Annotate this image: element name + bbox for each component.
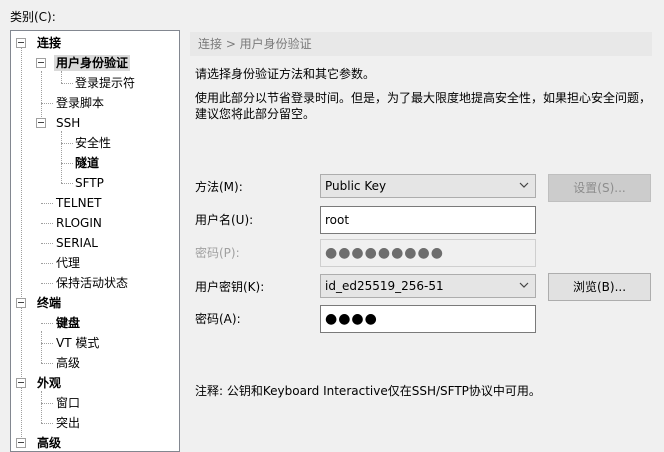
tree-item-authentication[interactable]: 用户身份验证 xyxy=(54,55,131,71)
tree-line xyxy=(41,203,53,204)
method-value: Public Key xyxy=(325,179,387,193)
collapse-icon[interactable] xyxy=(16,38,26,48)
tree-line xyxy=(41,363,53,364)
collapse-icon[interactable] xyxy=(36,58,46,68)
username-label: 用户名(U): xyxy=(195,213,254,227)
chevron-down-icon xyxy=(519,282,529,288)
tree-line xyxy=(41,71,42,123)
tree-line xyxy=(41,343,53,344)
tree-line xyxy=(41,263,53,264)
tree-item-login-script[interactable]: 登录脚本 xyxy=(56,95,104,111)
tree-item-proxy[interactable]: 代理 xyxy=(56,255,80,271)
chevron-down-icon xyxy=(519,182,529,188)
intro-text: 请选择身份验证方法和其它参数。 xyxy=(195,67,376,81)
tree-item-appearance[interactable]: 外观 xyxy=(37,375,61,391)
tree-line xyxy=(61,83,73,84)
tree-item-login-prompt[interactable]: 登录提示符 xyxy=(75,75,135,91)
description-line-1: 使用此部分以节省登录时间。但是，为了最大限度地提高安全性，如果担心安全问题， xyxy=(195,91,652,105)
settings-button[interactable]: 设置(S)... xyxy=(548,174,651,202)
tree-item-rlogin[interactable]: RLOGIN xyxy=(56,215,102,231)
collapse-icon[interactable] xyxy=(16,438,26,448)
method-select[interactable]: Public Key xyxy=(320,174,536,198)
category-label: 类别(C): xyxy=(10,10,56,24)
collapse-icon[interactable] xyxy=(16,298,26,308)
password-input[interactable]: ●●●●●●●●● xyxy=(320,239,536,267)
tree-line xyxy=(41,283,53,284)
passphrase-label: 密码(A): xyxy=(195,312,241,326)
tree-item-keyboard[interactable]: 键盘 xyxy=(56,315,80,331)
tree-item-connection[interactable]: 连接 xyxy=(37,35,61,51)
user-key-value: id_ed25519_256-51 xyxy=(325,279,444,293)
description-line-2: 建议您将此部分留空。 xyxy=(195,107,316,121)
tree-line xyxy=(41,103,53,104)
user-key-select[interactable]: id_ed25519_256-51 xyxy=(320,274,536,298)
tree-line xyxy=(61,143,73,144)
tree-item-advanced[interactable]: 高级 xyxy=(37,435,61,451)
note-text: 注释: 公钥和Keyboard Interactive仅在SSH/SFTP协议中… xyxy=(195,384,541,398)
tree-item-tunnel[interactable]: 隧道 xyxy=(75,155,99,171)
tree-line xyxy=(41,223,53,224)
user-key-label: 用户密钥(K): xyxy=(195,280,265,294)
breadcrumb: 连接 > 用户身份验证 xyxy=(190,32,652,56)
tree-line xyxy=(41,331,42,363)
username-input[interactable]: root xyxy=(320,206,536,234)
method-label: 方法(M): xyxy=(195,180,243,194)
collapse-icon[interactable] xyxy=(36,118,46,128)
tree-line xyxy=(41,243,53,244)
tree-line xyxy=(41,423,53,424)
tree-line xyxy=(41,391,42,423)
tree-item-vt-mode[interactable]: VT 模式 xyxy=(56,335,99,351)
tree-item-sftp[interactable]: SFTP xyxy=(75,175,104,191)
tree-item-terminal[interactable]: 终端 xyxy=(37,295,61,311)
tree-item-serial[interactable]: SERIAL xyxy=(56,235,98,251)
category-tree[interactable]: 连接 用户身份验证 登录提示符 登录脚本 SSH 安全性 隧道 SFTP TEL… xyxy=(10,30,180,452)
tree-line xyxy=(61,71,62,83)
tree-line xyxy=(41,403,53,404)
tree-item-telnet[interactable]: TELNET xyxy=(56,195,102,211)
tree-line xyxy=(61,163,73,164)
collapse-icon[interactable] xyxy=(16,378,26,388)
tree-item-security[interactable]: 安全性 xyxy=(75,135,111,151)
tree-item-keepalive[interactable]: 保持活动状态 xyxy=(56,275,128,291)
passphrase-input[interactable]: ●●●● xyxy=(320,305,536,333)
tree-item-highlight[interactable]: 突出 xyxy=(56,415,80,431)
tree-line xyxy=(61,183,73,184)
tree-item-window[interactable]: 窗口 xyxy=(56,395,80,411)
tree-item-ssh[interactable]: SSH xyxy=(56,115,80,131)
password-label: 密码(P): xyxy=(195,246,240,260)
tree-line xyxy=(61,131,62,183)
browse-button[interactable]: 浏览(B)... xyxy=(548,273,651,301)
tree-item-terminal-advanced[interactable]: 高级 xyxy=(56,355,80,371)
tree-line xyxy=(41,323,53,324)
